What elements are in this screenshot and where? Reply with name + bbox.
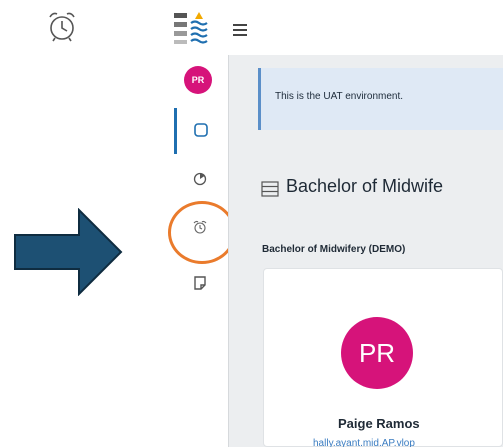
user-name: Paige Ramos (338, 416, 420, 431)
nav-item-clock-icon[interactable] (192, 171, 208, 187)
annotation-arrow (14, 208, 123, 296)
course-list-icon (261, 181, 279, 197)
user-email-link[interactable]: hally.ayant.mid.AP.vlop (313, 438, 415, 447)
user-avatar-large: PR (341, 317, 413, 389)
active-nav-indicator (174, 108, 177, 154)
user-avatar-small[interactable]: PR (184, 66, 212, 94)
course-title: Bachelor of Midwife (286, 176, 444, 196)
nav-item-dashboard-square-icon[interactable] (193, 122, 209, 138)
highlight-circle (168, 201, 236, 264)
screen: PR This is the UAT environment. Bachelor… (0, 0, 503, 447)
institution-logo (174, 12, 208, 44)
alarm-clock-icon (49, 12, 75, 42)
course-subtitle: Bachelor of Midwifery (DEMO) (262, 244, 406, 255)
hamburger-menu-icon[interactable] (233, 24, 247, 36)
uat-banner-text: This is the UAT environment. (275, 91, 404, 102)
nav-item-note-icon[interactable] (192, 275, 208, 291)
